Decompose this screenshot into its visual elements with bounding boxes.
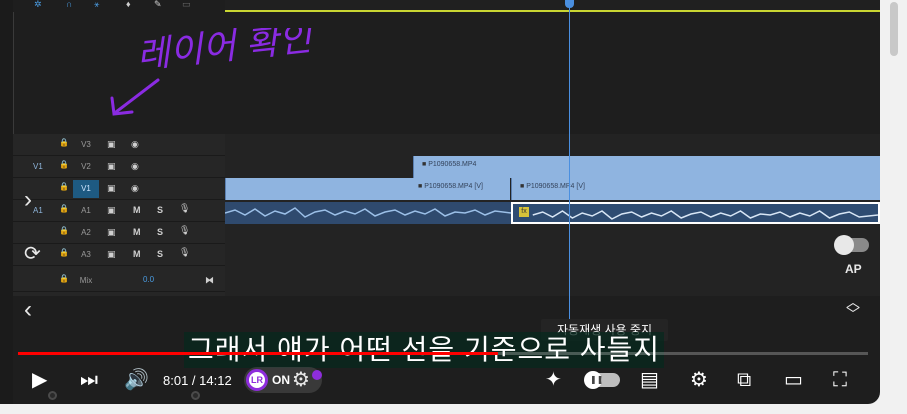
source-patch-label[interactable]: V1 [33, 162, 43, 171]
lock-icon[interactable]: 🔒 [59, 138, 69, 147]
clip-v1-b[interactable]: P1090658.MP4 [V] [511, 178, 880, 200]
page-bottom-strip [0, 404, 880, 414]
subtitles-icon[interactable]: ▤ [640, 369, 659, 391]
track-row-a3: 🔒 A3 ▣ M S 🎙 [13, 244, 225, 266]
track-row-v2: V1 🔒 V2 ▣ ◉ [13, 156, 225, 178]
lock-icon[interactable]: 🔒 [59, 160, 69, 169]
clip-label: P1090658.MP4 [V] [520, 183, 585, 190]
clip-v1-a[interactable]: P1090658.MP4 [V] [225, 178, 510, 200]
waveform [532, 210, 878, 220]
lock-icon[interactable]: 🔒 [59, 226, 69, 235]
clip-a1-b[interactable]: fx [511, 202, 880, 224]
left-gutter [0, 0, 13, 404]
clip-label: P1090658.MP4 [422, 161, 476, 168]
track-row-mix: 🔒 Mix 0.0 ⧓ [13, 270, 225, 292]
track-name[interactable]: V1 [73, 180, 99, 198]
lock-icon[interactable]: 🔒 [59, 274, 69, 283]
handwriting-annotation: 레이어 확인 [110, 28, 317, 116]
solo-button[interactable]: S [157, 227, 163, 237]
chevron-left-icon[interactable]: ‹ [24, 296, 32, 324]
toggle-sync-icon[interactable]: ▣ [107, 249, 116, 260]
sparkle-icon[interactable]: ✦ [545, 369, 562, 391]
svg-text:레이어 확인: 레이어 확인 [135, 28, 317, 76]
track-name[interactable]: V3 [73, 136, 99, 154]
editor-tool-strip: ✲ ∩ ⚹ ♦ ✎ ▭ [0, 0, 225, 12]
progress-bar-fill[interactable] [18, 352, 499, 355]
clip-label: P1090658.MP4 [V] [418, 183, 483, 190]
track-name[interactable]: A2 [73, 224, 99, 242]
lock-icon[interactable]: 🔒 [59, 204, 69, 213]
source-patch-label[interactable]: A1 [33, 206, 43, 215]
microphone-icon[interactable]: 🎙 [179, 203, 190, 214]
track-row-a2: 🔒 A2 ▣ M S 🎙 [13, 222, 225, 244]
snap-icon: ✲ [34, 0, 42, 9]
waveform [225, 207, 511, 218]
ap-toggle-knob[interactable] [834, 235, 854, 255]
extension-settings-icon[interactable]: ⚙ [292, 367, 310, 392]
time-display: 8:01 / 14:12 [163, 373, 232, 388]
page-scrollbar-thumb[interactable] [890, 2, 898, 56]
playhead[interactable] [569, 0, 570, 326]
track-name[interactable]: A3 [73, 246, 99, 264]
page-scrollbar[interactable] [880, 0, 907, 414]
track-row-a1: A1 🔒 A1 ▣ M S 🎙 [13, 200, 225, 222]
marker-icon: ♦ [126, 0, 131, 9]
extension-notification-dot [312, 370, 322, 380]
timeline-area[interactable]: P1090658.MP4 P1090658.MP4 [V] P1090658.M… [225, 134, 880, 296]
miniplayer-icon[interactable]: ⧉ [737, 369, 751, 391]
refresh-icon[interactable]: ⟳ [24, 241, 41, 266]
solo-button[interactable]: S [157, 249, 163, 259]
solo-button[interactable]: S [157, 205, 163, 215]
chevron-right-icon[interactable]: › [24, 186, 32, 214]
toggle-sync-icon[interactable]: ▣ [107, 227, 116, 238]
magnet-icon: ∩ [66, 0, 73, 9]
pause-icon: ❚❚ [590, 375, 604, 384]
fullscreen-icon[interactable]: ⛶ [833, 369, 847, 391]
toggle-sync-icon[interactable]: ▣ [107, 205, 116, 216]
lock-icon[interactable]: 🔒 [59, 182, 69, 191]
horizontal-scroller[interactable] [48, 391, 200, 400]
go-to-end-icon[interactable]: ⧓ [205, 275, 214, 286]
extension-status: ON [272, 373, 290, 387]
lock-icon[interactable]: 🔒 [59, 248, 69, 257]
timeline-ruler[interactable] [225, 0, 880, 12]
track-name[interactable]: V2 [73, 158, 99, 176]
track-row-v3: 🔒 V3 ▣ ◉ [13, 134, 225, 156]
captions-icon: ▭ [182, 0, 191, 9]
next-icon[interactable]: ⏭ [80, 369, 98, 391]
wrench-icon: ✎ [154, 0, 162, 9]
track-name[interactable]: Mix [73, 272, 99, 290]
mute-button[interactable]: M [133, 205, 141, 215]
clip-v2[interactable]: P1090658.MP4 [413, 156, 880, 178]
mute-button[interactable]: M [133, 227, 141, 237]
eye-icon[interactable]: ◉ [131, 139, 139, 150]
expand-collapse-icon[interactable]: ︿ ﹀ [846, 295, 860, 321]
microphone-icon[interactable]: 🎙 [179, 225, 190, 236]
ap-label: AP [845, 262, 862, 276]
mix-value[interactable]: 0.0 [143, 275, 154, 284]
toggle-sync-icon[interactable]: ▣ [107, 161, 116, 172]
extension-logo[interactable]: LR [246, 369, 268, 391]
eye-icon[interactable]: ◉ [131, 161, 139, 172]
toggle-sync-icon[interactable]: ▣ [107, 183, 116, 194]
track-headers: 🔒 V3 ▣ ◉ V1 🔒 V2 ▣ ◉ 🔒 V1 ▣ ◉ A1 🔒 A1 ▣ M S 🎙 🔒 A2 ▣ M S 🎙 🔒 A3 ▣ M S 🎙… [13, 134, 225, 296]
track-row-v1: 🔒 V1 ▣ ◉ [13, 178, 225, 200]
scroll-handle-left[interactable] [48, 391, 57, 400]
clip-a1-a[interactable] [225, 202, 511, 224]
volume-icon[interactable]: 🔊 [124, 369, 149, 391]
settings-icon[interactable]: ⚙ [690, 369, 708, 391]
scroll-handle-right[interactable] [191, 391, 200, 400]
eye-icon[interactable]: ◉ [131, 183, 139, 194]
microphone-icon[interactable]: 🎙 [179, 247, 190, 258]
video-player[interactable]: ✲ ∩ ⚹ ♦ ✎ ▭ 레이어 확인 🔒 V3 ▣ ◉ V1 🔒 V2 ▣ ◉ 🔒 V1 ▣ ◉ A1 🔒 A… [0, 0, 880, 404]
mute-button[interactable]: M [133, 249, 141, 259]
toggle-sync-icon[interactable]: ▣ [107, 139, 116, 150]
play-icon[interactable]: ▶ [32, 369, 47, 391]
linked-selection-icon: ⚹ [94, 0, 100, 9]
theater-mode-icon[interactable]: ▭ [784, 369, 803, 391]
track-name[interactable]: A1 [73, 202, 99, 220]
